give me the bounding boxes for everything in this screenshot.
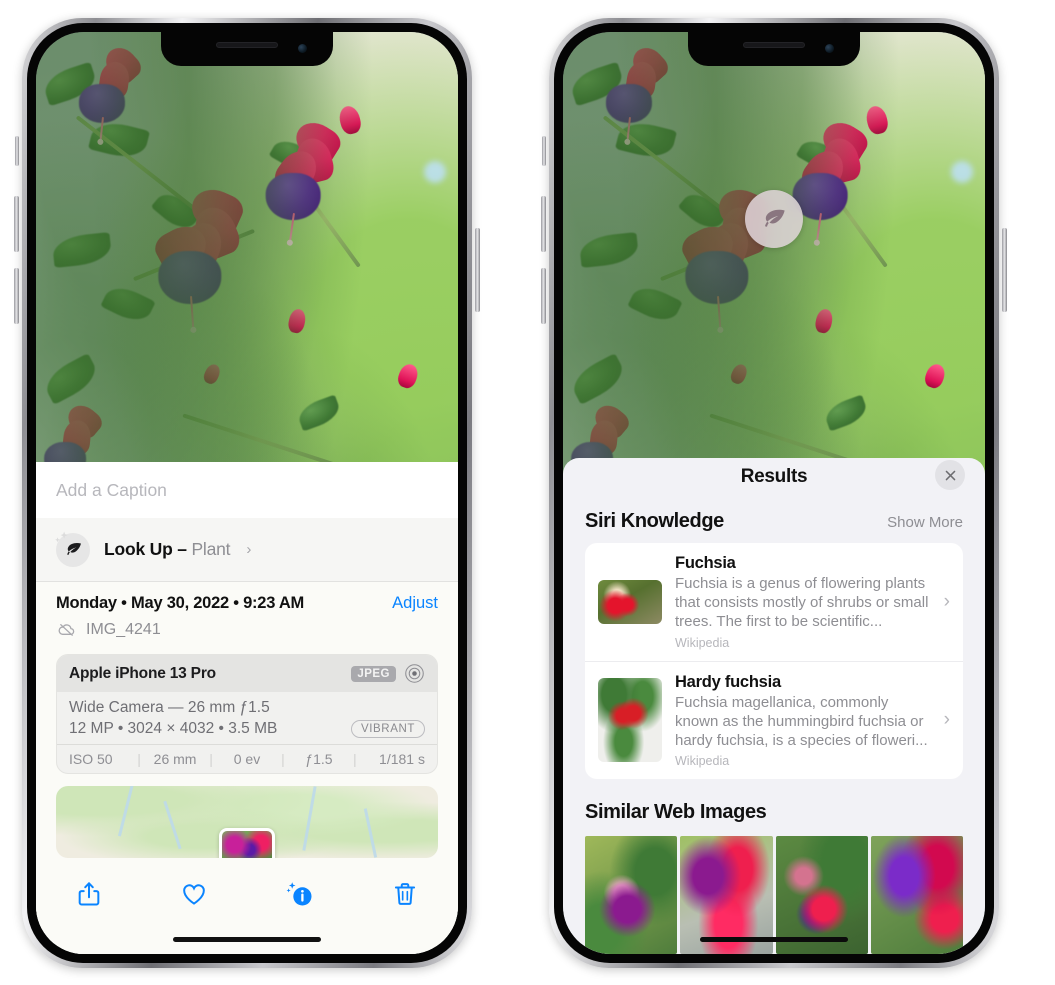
date-block: Monday • May 30, 2022 • 9:23 AM Adjust I… bbox=[36, 582, 458, 650]
lens-icon bbox=[405, 664, 424, 683]
earpiece-speaker bbox=[743, 42, 805, 48]
silent-switch[interactable] bbox=[15, 136, 19, 166]
knowledge-title: Hardy fuchsia bbox=[675, 672, 781, 691]
info-button[interactable] bbox=[277, 874, 323, 914]
look-up-subject: Plant bbox=[191, 539, 231, 559]
favorite-button[interactable] bbox=[171, 874, 217, 914]
format-badge: JPEG bbox=[351, 665, 396, 682]
adjust-button[interactable]: Adjust bbox=[392, 594, 438, 613]
device-bezel: Add a Caption Look Up – Plant › Monday •… bbox=[27, 23, 467, 963]
caption-field[interactable]: Add a Caption bbox=[36, 462, 458, 518]
look-up-label: Look Up – Plant bbox=[104, 539, 231, 559]
exif-stats-row: ISO 50 | 26 mm | 0 ev | ƒ1.5 | 1/181 s bbox=[57, 744, 437, 773]
resolution-info: 12 MP • 3024 × 4032 • 3.5 MB bbox=[69, 720, 278, 737]
chevron-right-icon: › bbox=[943, 709, 950, 731]
share-icon bbox=[78, 882, 100, 906]
front-camera bbox=[825, 44, 834, 53]
exif-body: Wide Camera — 26 mm ƒ1.5 12 MP • 3024 × … bbox=[57, 692, 437, 744]
results-title: Results bbox=[740, 466, 808, 487]
knowledge-description: Fuchsia is a genus of flowering plants t… bbox=[675, 575, 929, 631]
power-button[interactable] bbox=[475, 228, 480, 312]
delete-button[interactable] bbox=[382, 874, 428, 914]
stat-focal: 26 mm bbox=[153, 751, 197, 767]
siri-knowledge-title: Siri Knowledge bbox=[585, 510, 724, 532]
device-notch bbox=[161, 32, 333, 66]
volume-down-button[interactable] bbox=[14, 268, 19, 324]
volume-up-button[interactable] bbox=[14, 196, 19, 252]
screenshot-root: Add a Caption Look Up – Plant › Monday •… bbox=[0, 0, 1055, 985]
earpiece-speaker bbox=[216, 42, 278, 48]
siri-knowledge-card: Fuchsia Fuchsia is a genus of flowering … bbox=[585, 543, 963, 780]
knowledge-source: Wikipedia bbox=[675, 635, 730, 650]
photographic-style-badge: VIBRANT bbox=[350, 720, 425, 738]
screen-right: Results Siri Knowledge Show More Fuchsia… bbox=[563, 32, 985, 954]
knowledge-item[interactable]: Fuchsia Fuchsia is a genus of flowering … bbox=[585, 543, 963, 661]
results-header: Results bbox=[563, 458, 985, 490]
knowledge-item[interactable]: Hardy fuchsia Fuchsia magellanica, commo… bbox=[585, 660, 963, 780]
leaf-glyph bbox=[765, 209, 785, 227]
similar-web-images-title: Similar Web Images bbox=[585, 801, 767, 824]
device-bezel: Results Siri Knowledge Show More Fuchsia… bbox=[554, 23, 994, 963]
chevron-right-icon: › bbox=[943, 590, 950, 612]
camera-device: Apple iPhone 13 Pro bbox=[69, 664, 216, 682]
leaf-icon bbox=[745, 190, 803, 248]
chevron-right-icon: › bbox=[246, 541, 252, 558]
knowledge-description: Fuchsia magellanica, commonly known as t… bbox=[675, 693, 928, 749]
trash-icon bbox=[395, 883, 416, 905]
leaf-icon bbox=[55, 531, 90, 567]
look-up-row[interactable]: Look Up – Plant › bbox=[36, 518, 458, 582]
knowledge-source: Wikipedia bbox=[675, 754, 730, 769]
visual-lookup-badge[interactable] bbox=[745, 190, 803, 248]
photo-info-sheet: Add a Caption Look Up – Plant › Monday •… bbox=[36, 462, 458, 954]
location-map-thumbnail[interactable] bbox=[56, 786, 438, 858]
icloud-slash-icon bbox=[58, 624, 75, 636]
knowledge-title: Fuchsia bbox=[675, 554, 736, 572]
siri-knowledge-header: Siri Knowledge Show More bbox=[563, 488, 985, 543]
web-image-thumbnail[interactable] bbox=[870, 836, 963, 954]
map-photo-pin bbox=[219, 827, 275, 858]
close-icon bbox=[945, 470, 955, 480]
heart-icon bbox=[183, 884, 206, 905]
iphone-device-right: Results Siri Knowledge Show More Fuchsia… bbox=[541, 18, 1007, 968]
results-sheet: Results Siri Knowledge Show More Fuchsia… bbox=[563, 458, 985, 954]
exif-card[interactable]: Apple iPhone 13 Pro JPEG Wide Camera — 2… bbox=[56, 654, 438, 774]
close-button[interactable] bbox=[935, 460, 965, 490]
front-camera bbox=[298, 44, 307, 53]
stat-exposure: 0 ev bbox=[233, 751, 261, 767]
volume-up-button[interactable] bbox=[541, 196, 546, 252]
info-sparkle-icon bbox=[286, 882, 312, 906]
exif-header: Apple iPhone 13 Pro JPEG bbox=[57, 655, 437, 692]
volume-down-button[interactable] bbox=[541, 268, 546, 324]
show-more-button[interactable]: Show More bbox=[887, 514, 963, 531]
lens-info: Wide Camera — 26 mm ƒ1.5 bbox=[69, 699, 270, 716]
silent-switch[interactable] bbox=[542, 136, 546, 166]
power-button[interactable] bbox=[1002, 228, 1007, 312]
knowledge-thumbnail bbox=[598, 678, 662, 763]
sparkles-icon bbox=[55, 531, 68, 542]
screen-left: Add a Caption Look Up – Plant › Monday •… bbox=[36, 32, 458, 954]
web-image-thumbnail[interactable] bbox=[585, 836, 678, 954]
stat-iso: ISO 50 bbox=[69, 751, 113, 767]
photo-filename: IMG_4241 bbox=[86, 620, 161, 638]
stat-shutter: 1/181 s bbox=[379, 751, 425, 767]
share-button[interactable] bbox=[66, 874, 112, 914]
photo-datetime: Monday • May 30, 2022 • 9:23 AM bbox=[56, 594, 305, 612]
home-indicator[interactable] bbox=[173, 937, 321, 942]
caption-placeholder: Add a Caption bbox=[56, 479, 167, 500]
home-indicator[interactable] bbox=[700, 937, 848, 942]
similar-web-images-header: Similar Web Images bbox=[563, 779, 985, 828]
device-notch bbox=[688, 32, 860, 66]
stat-aperture: ƒ1.5 bbox=[305, 751, 333, 767]
knowledge-thumbnail bbox=[598, 579, 662, 624]
iphone-device-left: Add a Caption Look Up – Plant › Monday •… bbox=[14, 18, 480, 968]
